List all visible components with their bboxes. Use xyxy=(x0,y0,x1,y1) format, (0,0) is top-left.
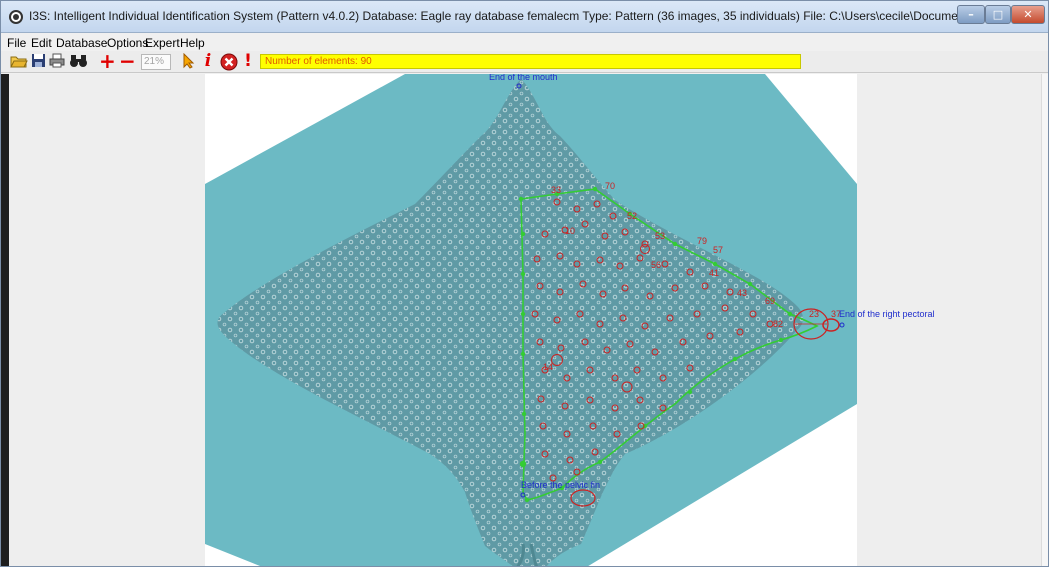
ray-image[interactable]: 70 33 52 53 79 57 23 37 82 41 43 10 56 6… xyxy=(205,74,857,567)
spot-label: 14 xyxy=(543,362,553,372)
spot-label: 79 xyxy=(697,236,707,246)
pectoral-reference-label: End of the right pectoral xyxy=(839,309,935,319)
info-icon: i xyxy=(204,51,212,71)
warning-button[interactable]: ! xyxy=(242,53,254,70)
menu-file[interactable]: File xyxy=(7,36,26,50)
zoom-in-button[interactable]: + xyxy=(99,51,116,71)
spot-label: 41 xyxy=(709,268,719,278)
pointer-button[interactable] xyxy=(181,52,197,70)
workspace: 70 33 52 53 79 57 23 37 82 41 43 10 56 6… xyxy=(1,74,1048,567)
save-icon xyxy=(31,54,45,67)
print-icon xyxy=(49,53,64,68)
info-button[interactable]: i xyxy=(201,53,215,70)
i3s-window: I3S: Intelligent Individual Identificati… xyxy=(0,0,1049,567)
zoom-level[interactable]: 21% xyxy=(141,54,171,70)
spot-label: 53 xyxy=(655,231,665,241)
spot-label: 57 xyxy=(713,245,723,255)
menu-options[interactable]: Options xyxy=(107,36,148,50)
binoculars-icon xyxy=(69,55,87,67)
spot-label: 23 xyxy=(809,309,819,319)
plus-icon: + xyxy=(99,49,116,73)
minimize-icon: – xyxy=(968,8,974,21)
spot-label: 70 xyxy=(605,181,615,191)
save-button[interactable] xyxy=(30,53,46,70)
toolbar: + − 21% i ! Number of elements: 90 xyxy=(1,51,1048,73)
window-title: I3S: Intelligent Individual Identificati… xyxy=(29,9,979,23)
title-bar: I3S: Intelligent Individual Identificati… xyxy=(1,1,1048,33)
maximize-icon: □ xyxy=(992,8,1004,21)
exclamation-icon: ! xyxy=(244,51,252,71)
menu-help[interactable]: Help xyxy=(180,36,205,50)
delete-button[interactable] xyxy=(219,53,239,71)
close-icon: ✕ xyxy=(1023,8,1033,21)
spot-label: 43 xyxy=(737,288,747,298)
spot-label: 10 xyxy=(565,226,575,236)
menu-bar: File Edit Database Options Expert Help xyxy=(1,34,1048,51)
menu-database[interactable]: Database xyxy=(56,36,107,50)
spot-label: 69 xyxy=(765,296,775,306)
maximize-button[interactable]: □ xyxy=(985,5,1011,24)
left-panel-edge xyxy=(1,74,9,566)
zoom-out-button[interactable]: − xyxy=(119,51,136,71)
open-button[interactable] xyxy=(10,53,28,70)
search-button[interactable] xyxy=(68,53,88,70)
vertical-scrollbar[interactable] xyxy=(1041,74,1048,566)
spot-label: 52 xyxy=(627,211,637,221)
close-button[interactable]: ✕ xyxy=(1011,5,1045,24)
element-count-status: Number of elements: 90 xyxy=(260,54,801,69)
minus-icon: − xyxy=(119,49,136,73)
close-circle-icon xyxy=(220,53,238,71)
mouth-reference-label: End of the mouth xyxy=(489,74,558,82)
ray-image-canvas[interactable]: 70 33 52 53 79 57 23 37 82 41 43 10 56 6… xyxy=(205,74,857,567)
open-folder-icon xyxy=(10,56,28,68)
menu-edit[interactable]: Edit xyxy=(31,36,52,50)
spot-label: 33 xyxy=(551,185,561,195)
minimize-button[interactable]: – xyxy=(957,5,985,24)
print-button[interactable] xyxy=(48,53,65,70)
pointer-icon xyxy=(183,52,195,69)
spot-label: 56 xyxy=(651,260,661,270)
spot-label: 82 xyxy=(773,319,783,329)
menu-expert[interactable]: Expert xyxy=(145,36,180,50)
app-icon[interactable] xyxy=(9,10,23,24)
reference-point-pectoral[interactable]: End of the right pectoral xyxy=(837,304,977,334)
pelvic-reference-label: Before the pelvic fin xyxy=(521,480,600,490)
